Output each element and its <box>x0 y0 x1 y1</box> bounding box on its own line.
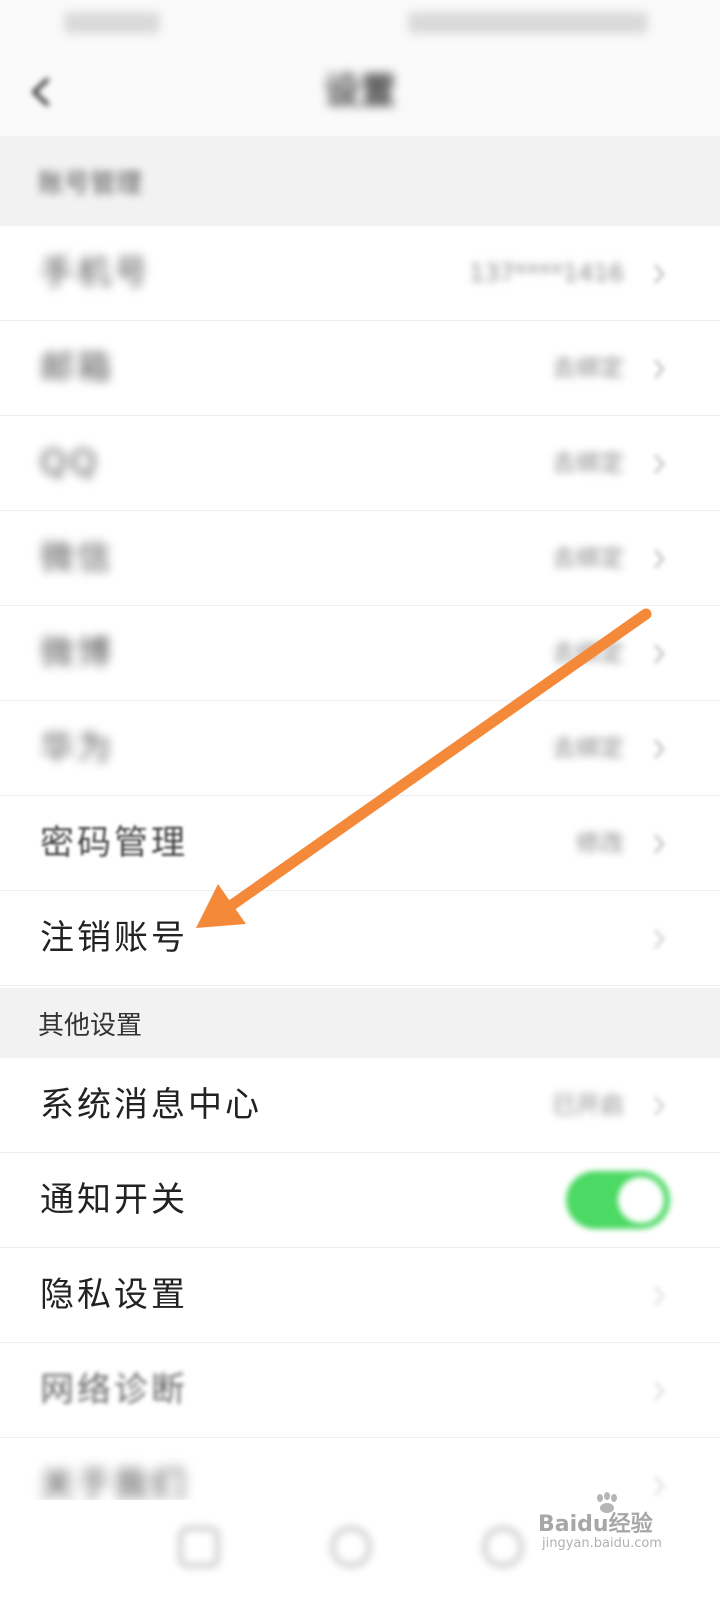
chevron-right-icon <box>654 454 665 474</box>
settings-row-phone[interactable]: 手机号 137****1416 <box>0 226 720 321</box>
home-icon[interactable] <box>178 1526 220 1568</box>
page-title: 设置 <box>323 71 396 112</box>
row-value: 去绑定 <box>552 449 624 477</box>
settings-row-message-center[interactable]: 系统消息中心 已开启 <box>0 1058 720 1153</box>
row-value: 137****1416 <box>469 259 624 287</box>
status-bar <box>0 0 720 48</box>
section-title: 其他设置 <box>38 1010 143 1041</box>
chevron-right-icon <box>654 264 665 284</box>
chevron-right-icon <box>654 834 665 854</box>
row-label: 注销账号 <box>40 918 188 958</box>
row-label: 系统消息中心 <box>40 1085 262 1125</box>
row-value: 去绑定 <box>552 639 624 667</box>
row-value: 去绑定 <box>552 354 624 382</box>
settings-row-huawei[interactable]: 华为 去绑定 <box>0 701 720 796</box>
profile-icon[interactable] <box>482 1526 524 1568</box>
watermark-brand: Baidu经验 <box>538 1512 653 1537</box>
row-label: 通知开关 <box>40 1180 188 1220</box>
notification-toggle[interactable] <box>566 1171 670 1229</box>
row-label: 微信 <box>40 538 114 578</box>
settings-row-privacy[interactable]: 隐私设置 <box>0 1248 720 1343</box>
settings-row-weibo[interactable]: 微博 去绑定 <box>0 606 720 701</box>
chevron-right-icon <box>654 644 665 664</box>
row-label: 网络诊断 <box>40 1370 188 1410</box>
settings-screen: 设置 账号管理 手机号 137****1416 邮箱 去绑定 QQ 去绑定 微信… <box>0 0 720 1600</box>
row-label: QQ <box>40 443 100 483</box>
section-header-account: 账号管理 <box>0 136 720 226</box>
nav-bar: 设置 <box>0 48 720 136</box>
status-time <box>64 12 160 34</box>
row-label: 华为 <box>40 728 114 768</box>
chevron-right-icon <box>654 1096 665 1116</box>
section-header-other: 其他设置 <box>0 988 720 1058</box>
row-label: 手机号 <box>40 253 151 293</box>
watermark-url: jingyan.baidu.com <box>542 1536 662 1551</box>
row-value: 去绑定 <box>552 734 624 762</box>
settings-row-notifications: 通知开关 <box>0 1153 720 1248</box>
chevron-right-icon <box>654 549 665 569</box>
row-label: 密码管理 <box>40 823 188 863</box>
toggle-knob <box>618 1177 664 1223</box>
chevron-right-icon <box>654 1286 665 1306</box>
row-value: 已开启 <box>552 1091 624 1119</box>
settings-row-email[interactable]: 邮箱 去绑定 <box>0 321 720 416</box>
chevron-right-icon <box>654 359 665 379</box>
settings-row-password[interactable]: 密码管理 修改 <box>0 796 720 891</box>
row-value: 去绑定 <box>552 544 624 572</box>
settings-row-network-diagnosis[interactable]: 网络诊断 <box>0 1343 720 1438</box>
settings-row-wechat[interactable]: 微信 去绑定 <box>0 511 720 606</box>
row-label: 微博 <box>40 633 114 673</box>
section-title: 账号管理 <box>38 168 143 199</box>
chevron-right-icon <box>654 1381 665 1401</box>
chevron-right-icon <box>654 929 665 949</box>
status-indicators <box>408 12 648 34</box>
chevron-right-icon <box>654 739 665 759</box>
watermark-logo: Baidu经验 jingyan.baidu.com <box>538 1492 678 1552</box>
settings-row-delete-account[interactable]: 注销账号 <box>0 891 720 986</box>
settings-row-qq[interactable]: QQ 去绑定 <box>0 416 720 511</box>
row-label: 隐私设置 <box>40 1275 188 1315</box>
row-value: 修改 <box>576 829 624 857</box>
discover-icon[interactable] <box>330 1526 372 1568</box>
row-label: 邮箱 <box>40 348 114 388</box>
